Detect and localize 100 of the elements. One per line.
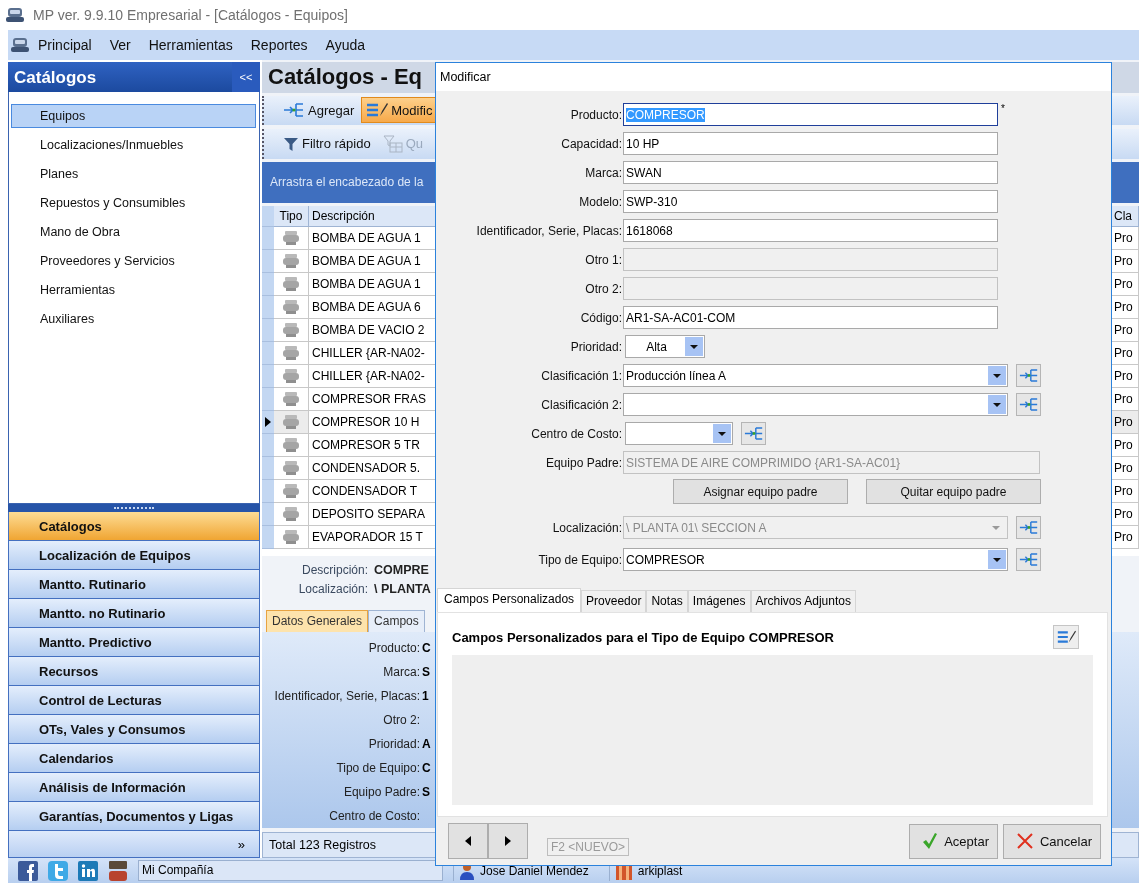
splitter-bar[interactable] (8, 504, 260, 512)
input-field[interactable]: AR1-SA-AC01-COM (623, 306, 998, 329)
dropdown-arrow-icon (992, 525, 1000, 530)
sidebar-item[interactable]: Localizaciones/Inmuebles (11, 133, 256, 157)
database-name: arkiplast (637, 863, 683, 878)
sidebar-item[interactable]: Herramientas (11, 278, 256, 302)
menu-item[interactable]: Reportes (250, 37, 317, 53)
field-label: Centro de Costo: (530, 426, 622, 441)
equipment-icon (281, 483, 301, 500)
field-label: Tipo de Equipo: (537, 552, 622, 567)
add-button[interactable] (1016, 548, 1041, 571)
nav-section-button[interactable]: Mantto. Predictivo (8, 628, 260, 657)
social-media-icon[interactable] (18, 860, 38, 881)
menu-item[interactable]: Principal (38, 37, 101, 53)
sidebar-item[interactable]: Mano de Obra (11, 220, 256, 244)
sidebar-item[interactable]: Planes (11, 162, 256, 186)
tab[interactable]: Archivos Adjuntos (750, 590, 856, 612)
nav-section-button[interactable]: Calendarios (8, 744, 260, 773)
toolbar-button[interactable]: Modific (361, 97, 438, 124)
input-field[interactable]: 1618068 (623, 219, 998, 242)
record-count: Total 123 Registros (269, 838, 376, 853)
add-list-icon (1018, 552, 1039, 567)
menu-item[interactable]: Ayuda (325, 37, 374, 53)
dropdown-field[interactable]: COMPRESOR (623, 548, 1008, 571)
nav-section-button[interactable]: Control de Lecturas (8, 686, 260, 715)
nav-section-button[interactable]: Garantías, Documentos y Ligas (8, 802, 260, 831)
input-field[interactable]: SWP-310 (623, 190, 998, 213)
dialog-button[interactable]: Cancelar (1002, 823, 1101, 859)
field-value: A (422, 737, 431, 752)
dropdown-field[interactable]: Alta (625, 335, 705, 358)
equipment-icon (281, 414, 301, 431)
input-field[interactable]: 10 HP (623, 132, 998, 155)
input-field[interactable]: SWAN (623, 161, 998, 184)
field-label: Capacidad: (560, 136, 622, 151)
nav-section-button[interactable]: OTs, Vales y Consumos (8, 715, 260, 744)
nav-section-button[interactable]: Localización de Equipos (8, 541, 260, 570)
close-icon (1015, 832, 1034, 850)
detail-value: \ PLANTA (374, 581, 431, 596)
menu-item[interactable]: Herramientas (148, 37, 242, 53)
tab[interactable]: Imágenes (687, 590, 751, 612)
video-site-icon[interactable] (108, 859, 128, 882)
table-cell: Pro (1110, 411, 1139, 435)
dropdown-field[interactable] (623, 393, 1008, 416)
nav-section-button[interactable]: Catálogos (8, 512, 260, 541)
more-button[interactable]: » (223, 831, 259, 857)
equipment-icon (281, 529, 301, 546)
add-list-icon (283, 102, 305, 119)
field-label: Identificador, Serie, Placas: (273, 689, 420, 704)
equipment-icon (281, 276, 301, 293)
add-button[interactable] (1016, 393, 1041, 416)
dialog-button[interactable]: Quitar equipo padre (866, 479, 1041, 504)
add-button[interactable] (741, 422, 766, 445)
right-triangle-icon (505, 836, 511, 846)
next-button[interactable] (488, 823, 528, 859)
sidebar-item[interactable]: Proveedores y Servicios (11, 249, 256, 273)
dialog-button[interactable]: Asignar equipo padre (673, 479, 848, 504)
column-header[interactable]: Tipo (274, 206, 309, 228)
detail-label: Descripción: (300, 562, 368, 577)
field-value: S (422, 665, 430, 680)
add-list-icon (1018, 397, 1039, 412)
company-field: Mi Compañía (138, 860, 443, 881)
required-mark: * (1001, 103, 1005, 114)
tab[interactable]: Campos (368, 610, 425, 633)
social-media-icon[interactable] (78, 860, 98, 881)
dialog-button[interactable]: Aceptar (909, 823, 998, 859)
tab[interactable]: Notas (646, 590, 688, 612)
nav-section-button[interactable]: Mantto. Rutinario (8, 570, 260, 599)
dropdown-field[interactable]: Producción línea A (623, 364, 1008, 387)
equipment-icon (281, 299, 301, 316)
sidebar-item[interactable]: Auxiliares (11, 307, 256, 331)
toolbar-button[interactable]: Agregar (278, 97, 360, 124)
left-triangle-icon (465, 836, 471, 846)
add-button[interactable] (1016, 364, 1041, 387)
collapse-button[interactable]: << (232, 62, 260, 92)
funnel-table-icon (382, 134, 403, 153)
menu-item[interactable]: Ver (109, 37, 140, 53)
nav-section-button[interactable]: Recursos (8, 657, 260, 686)
nav-section-button[interactable]: Análisis de Información (8, 773, 260, 802)
tab[interactable]: Datos Generales (266, 610, 369, 633)
field-label: Clasificación 2: (540, 397, 622, 412)
app-menu-icon[interactable] (10, 37, 30, 53)
toolbar-button[interactable]: Filtro rápido (278, 130, 376, 157)
tab[interactable]: Campos Personalizados (437, 588, 582, 612)
nav-section-button[interactable]: Mantto. no Rutinario (8, 599, 260, 628)
add-list-icon (1018, 520, 1039, 535)
row-header[interactable] (262, 411, 274, 435)
field-value: S (422, 785, 430, 800)
equipment-icon (281, 230, 301, 247)
check-icon (922, 832, 939, 850)
field-label: Código: (579, 310, 622, 325)
previous-button[interactable] (448, 823, 488, 859)
field-label: Prioridad: (367, 737, 420, 752)
field-label: Centro de Costo: (328, 809, 420, 824)
sidebar-item[interactable]: Equipos (11, 104, 256, 128)
dropdown-field[interactable] (625, 422, 733, 445)
tab[interactable]: Proveedor (581, 590, 647, 612)
sidebar-item[interactable]: Repuestos y Consumibles (11, 191, 256, 215)
detail-value: COMPRE (374, 562, 429, 577)
edit-button[interactable] (1053, 625, 1079, 649)
field-value: C (422, 641, 431, 656)
